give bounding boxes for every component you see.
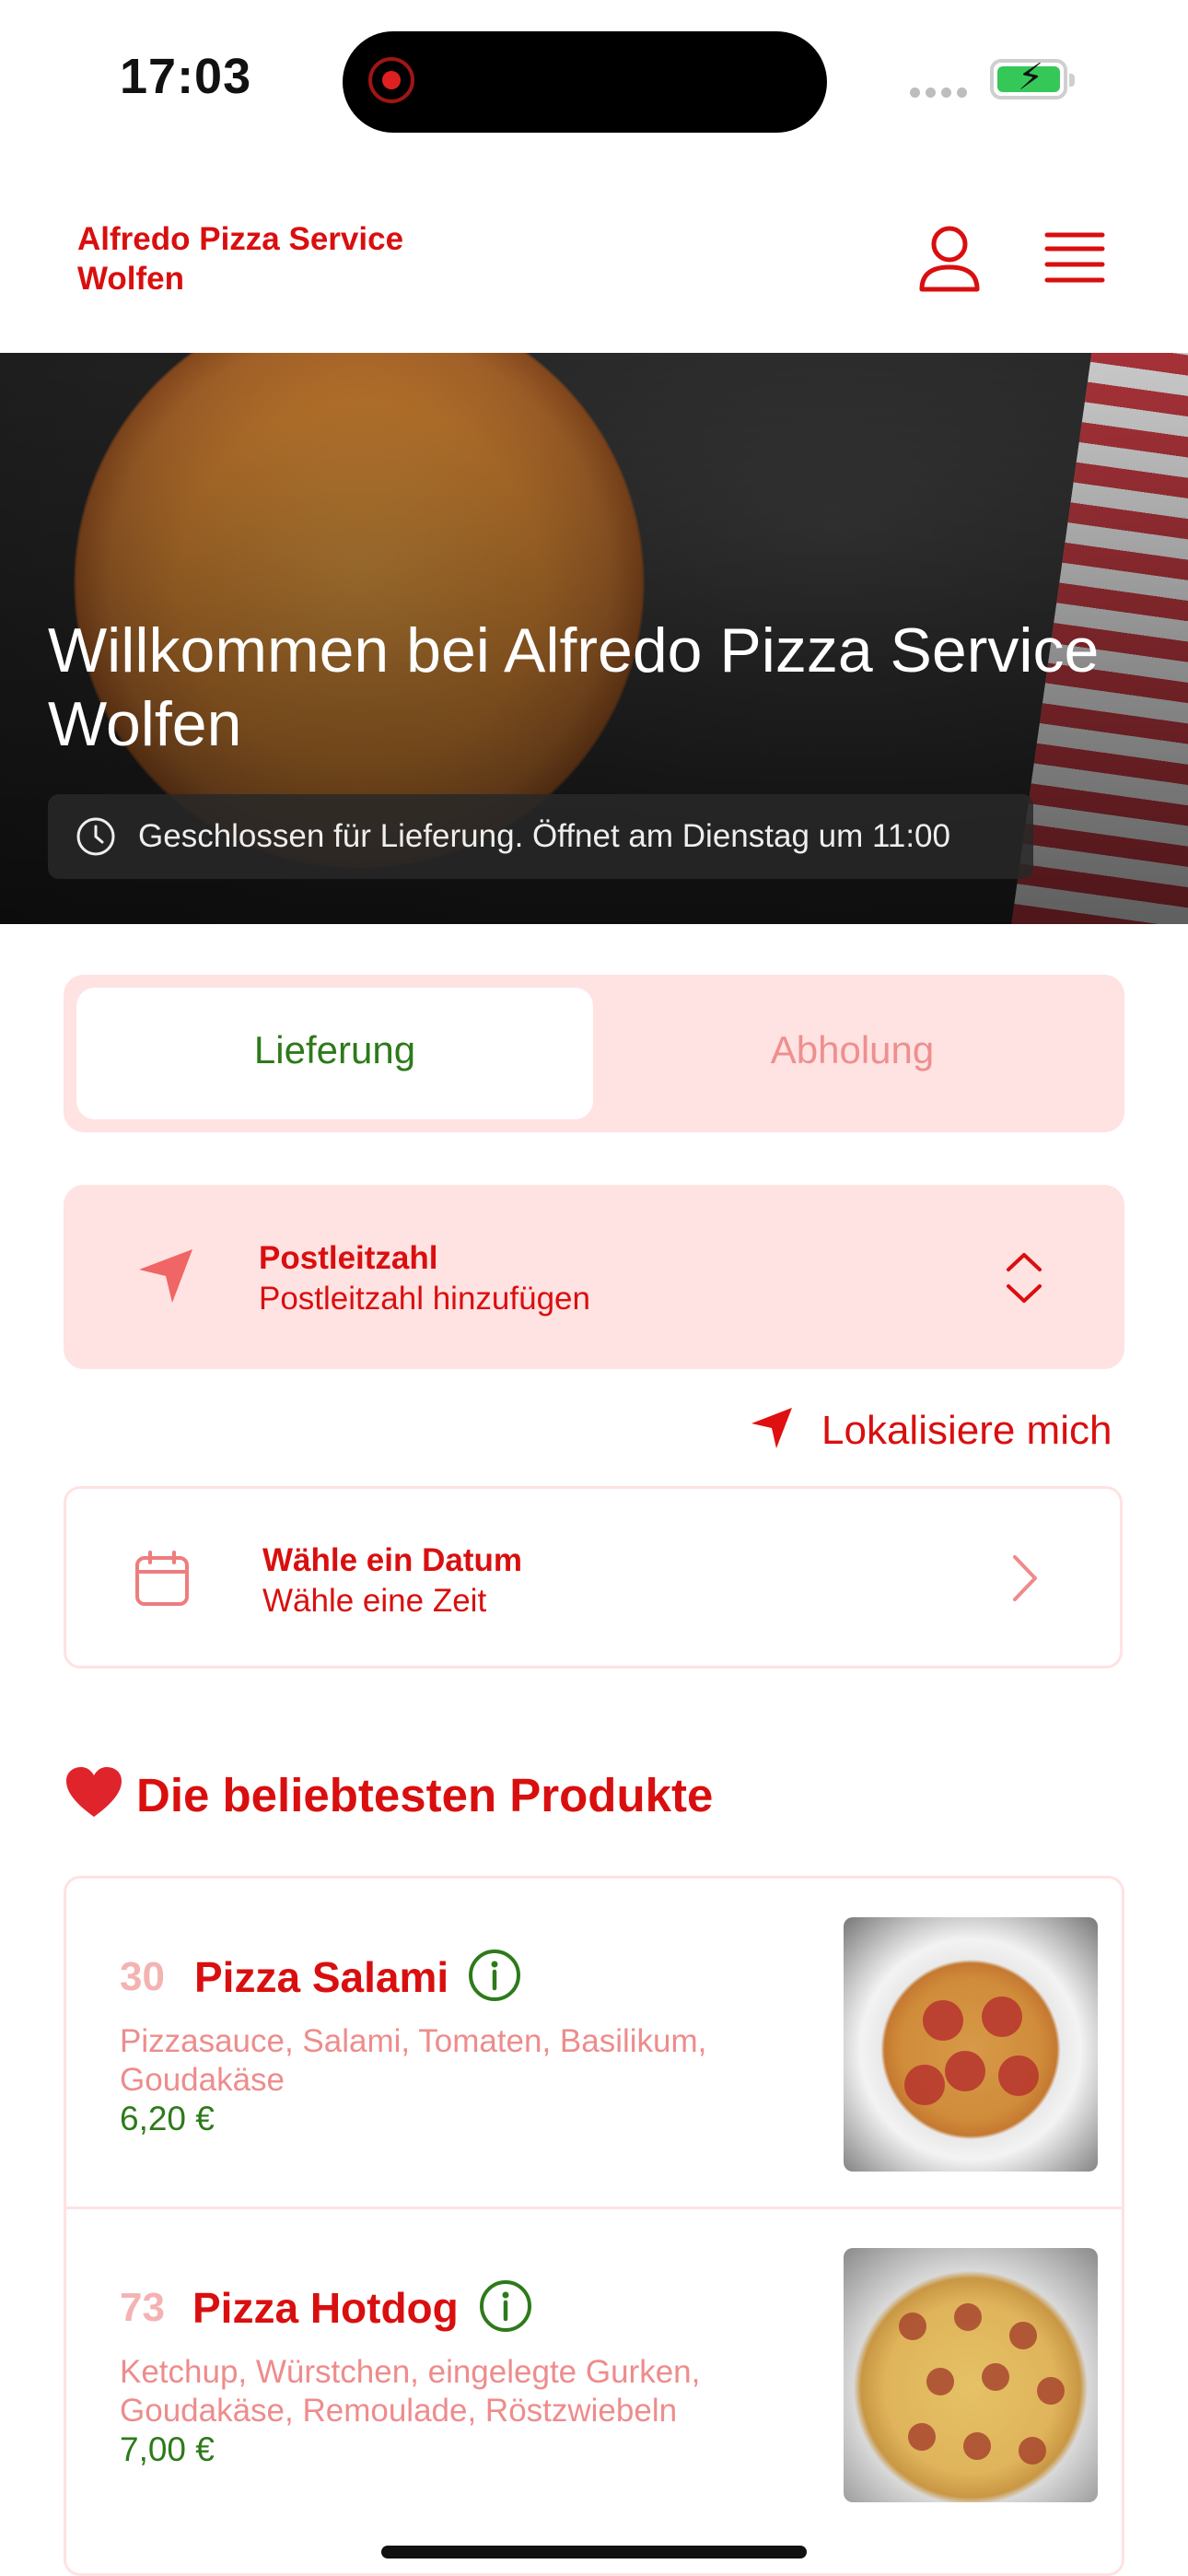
hero-banner: Willkommen bei Alfredo Pizza Service Wol… [0, 353, 1188, 924]
user-icon[interactable] [917, 225, 982, 293]
postcode-placeholder: Postleitzahl hinzufügen [259, 1281, 590, 1317]
info-icon[interactable] [468, 1949, 521, 2002]
product-name: Pizza Hotdog [192, 2284, 459, 2332]
product-price: 7,00 € [120, 2430, 215, 2468]
locate-me-label: Lokalisiere mich [821, 1408, 1112, 1453]
clock-icon [76, 817, 115, 856]
recording-indicator-icon [368, 57, 414, 103]
tab-abholung[interactable]: Abholung [593, 1028, 1112, 1072]
popular-products-title-text: Die beliebtesten Produkte [136, 1769, 714, 1821]
chevron-right-icon [1013, 1555, 1037, 1601]
opening-status-text: Geschlossen für Lieferung. Öffnet am Die… [138, 818, 950, 854]
calendar-icon [135, 1551, 189, 1606]
dynamic-island [343, 31, 827, 133]
brand-name[interactable]: Alfredo Pizza Service Wolfen [77, 219, 403, 299]
home-indicator [381, 2546, 807, 2558]
product-number: 30 [120, 1954, 165, 1999]
status-time: 17:03 [120, 49, 252, 104]
hero-title: Willkommen bei Alfredo Pizza Service Wol… [48, 615, 1100, 759]
locate-me-button[interactable]: Lokalisiere mich [750, 1404, 1127, 1459]
order-mode-toggle: Lieferung Abholung [64, 975, 1124, 1132]
heart-icon [66, 1767, 122, 1817]
list-item[interactable]: 30 Pizza Salami Pizzasauce, Salami, Toma… [66, 1879, 1122, 2205]
product-description: Ketchup, Würstchen, eingelegte Gurken, G… [120, 2354, 701, 2429]
navigation-arrow-icon [139, 1249, 192, 1303]
navigation-arrow-icon [751, 1408, 792, 1448]
menu-icon[interactable] [1044, 230, 1105, 286]
signal-icon [910, 86, 973, 102]
date-label: Wähle ein Datum [262, 1542, 522, 1578]
tab-lieferung-label[interactable]: Lieferung [76, 1028, 593, 1072]
battery-icon: ⚡ [990, 59, 1075, 100]
product-image [844, 2248, 1098, 2502]
product-number: 73 [120, 2285, 165, 2330]
info-icon[interactable] [479, 2279, 532, 2333]
product-image [844, 1917, 1098, 2172]
time-label: Wähle eine Zeit [262, 1583, 487, 1619]
brand-line-2: Wolfen [77, 261, 185, 297]
opening-status-badge: Geschlossen für Lieferung. Öffnet am Die… [48, 794, 1033, 879]
date-time-selector[interactable]: Wähle ein Datum Wähle eine Zeit [64, 1486, 1123, 1669]
sort-chevrons-icon [1007, 1253, 1042, 1303]
product-price: 6,20 € [120, 2100, 215, 2137]
postcode-label: Postleitzahl [259, 1240, 438, 1276]
list-item[interactable]: 73 Pizza Hotdog Ketchup, Würstchen, eing… [66, 2207, 1122, 2535]
product-description: Pizzasauce, Salami, Tomaten, Basilikum, … [120, 2023, 707, 2098]
product-list: 30 Pizza Salami Pizzasauce, Salami, Toma… [64, 1876, 1124, 2576]
brand-line-1: Alfredo Pizza Service [77, 221, 404, 257]
postcode-selector[interactable]: Postleitzahl Postleitzahl hinzufügen [64, 1185, 1124, 1369]
product-name: Pizza Salami [194, 1953, 449, 2001]
popular-products-title: Die beliebtesten Produkte [64, 1765, 713, 1822]
